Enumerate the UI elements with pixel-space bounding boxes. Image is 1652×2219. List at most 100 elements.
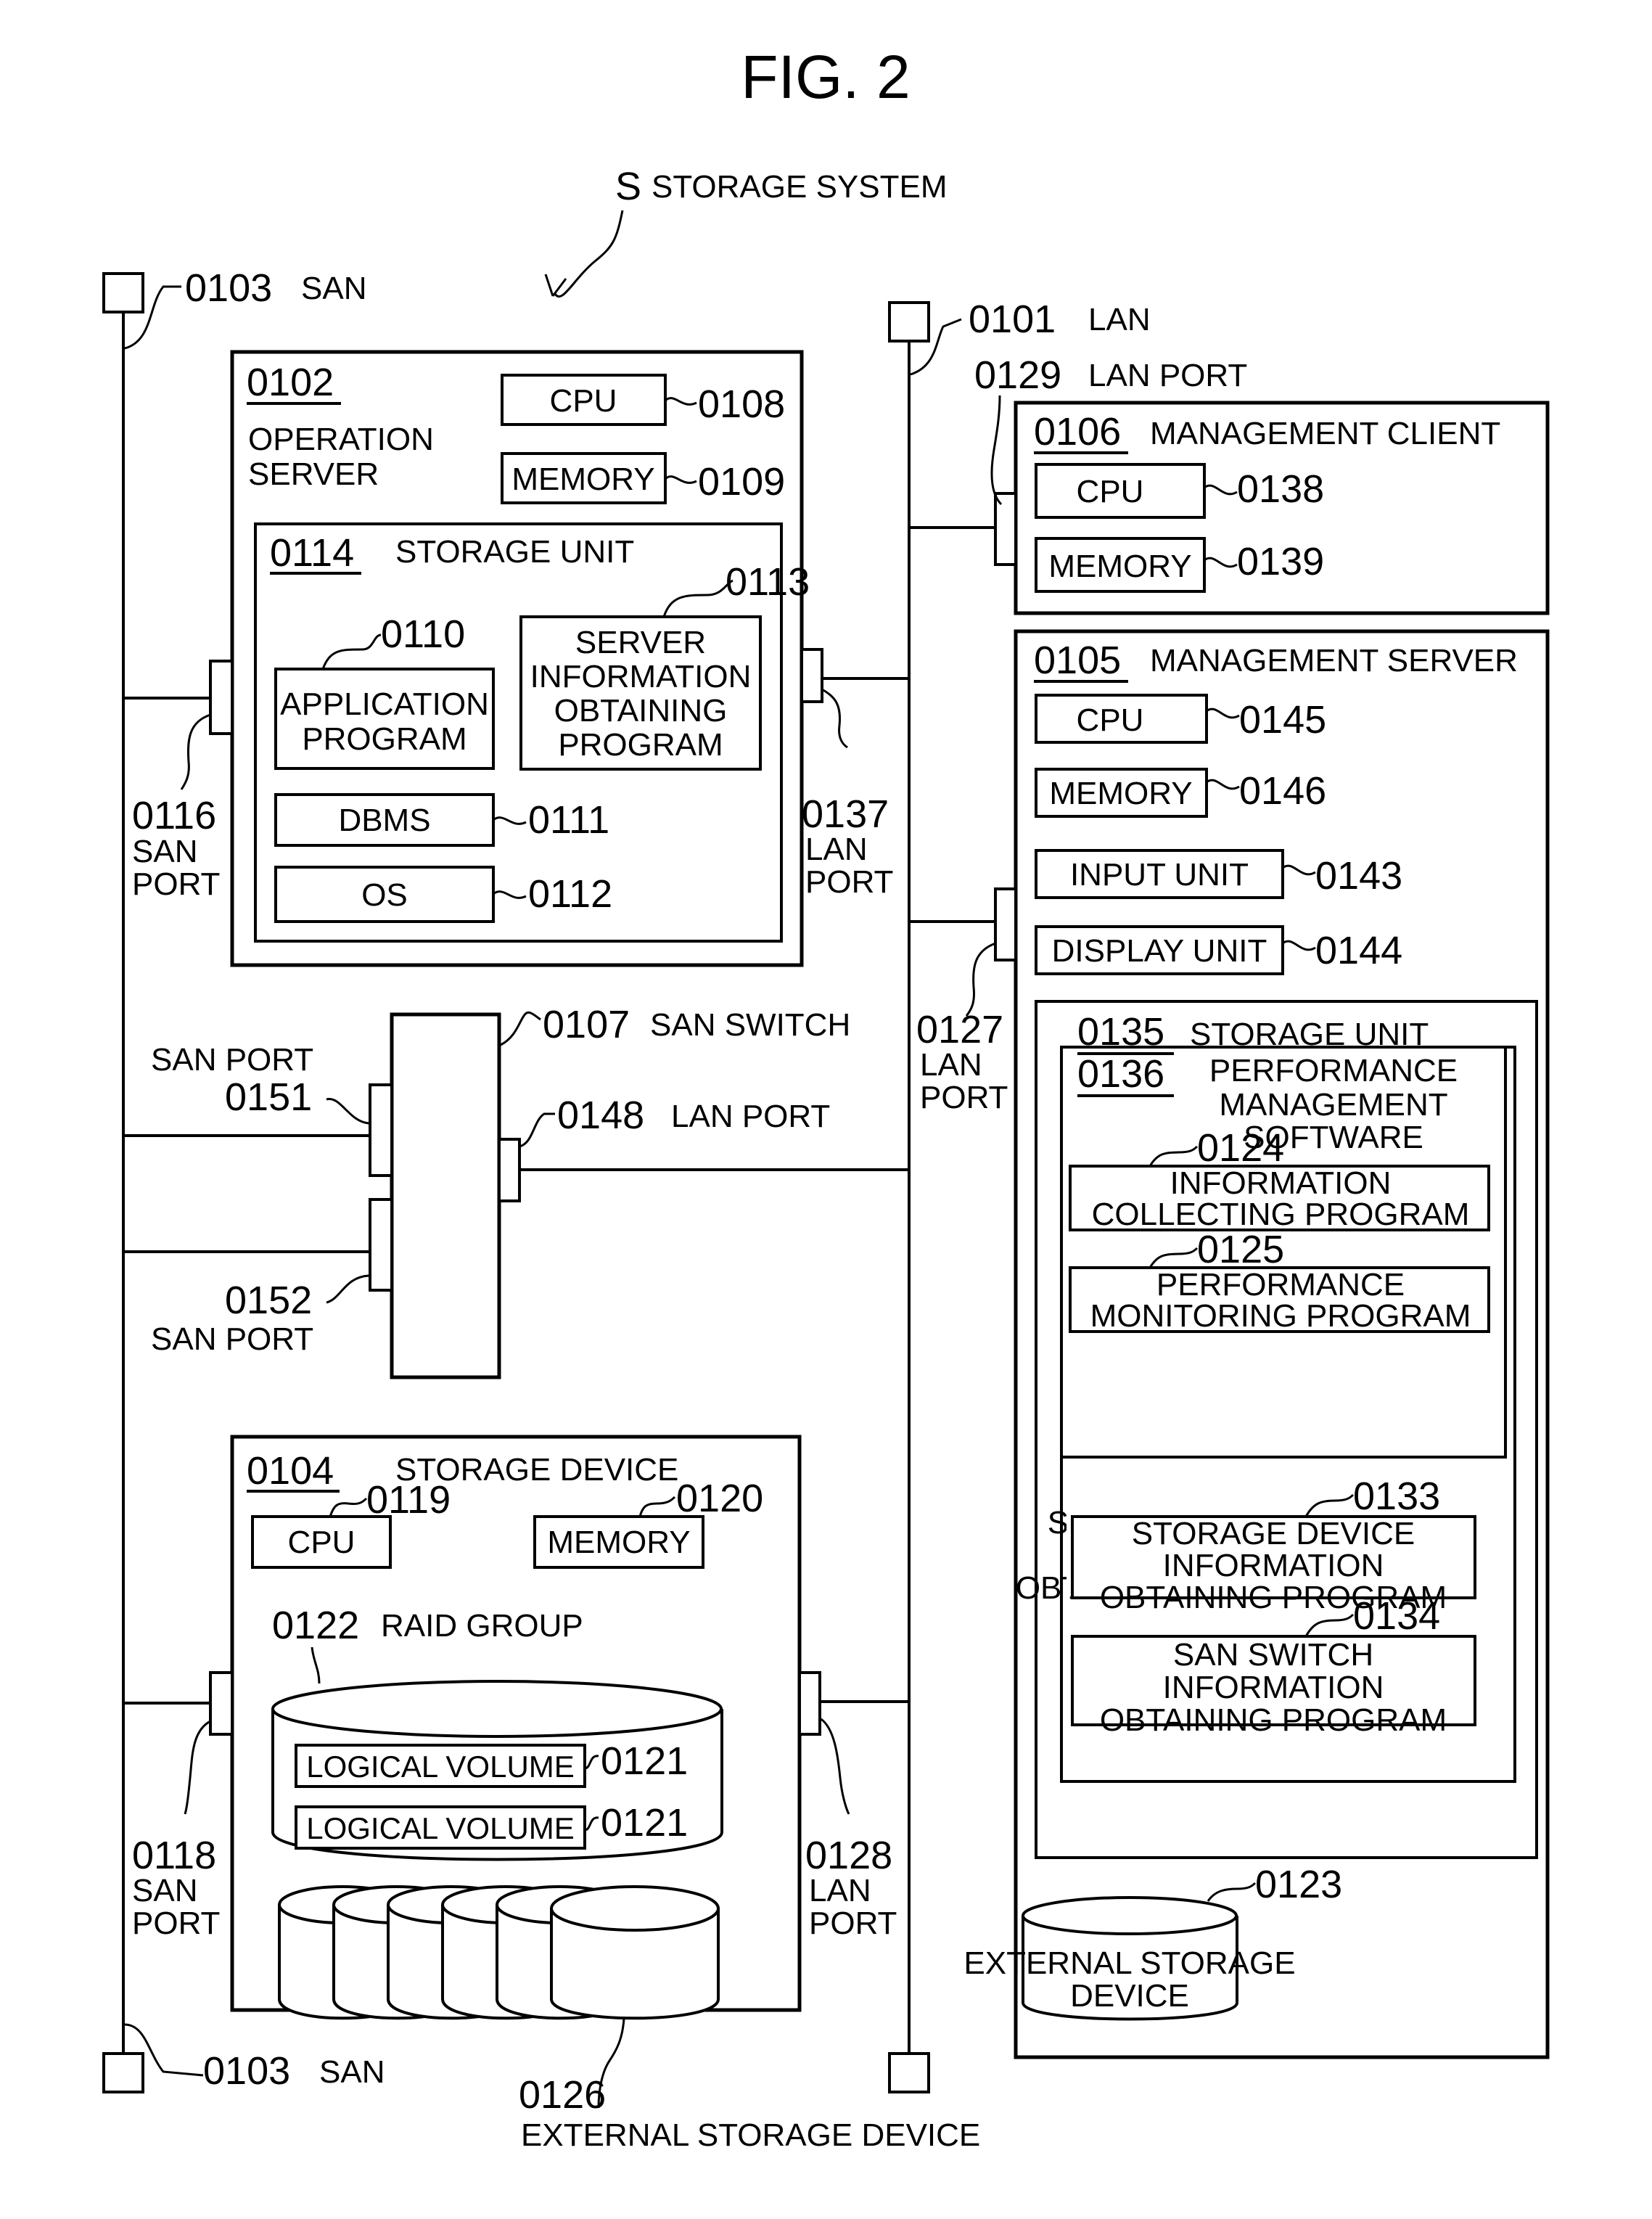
sd-lan-port-line1: LAN	[809, 1873, 871, 1908]
san-switch-port-0152[interactable]	[369, 1198, 393, 1292]
dbms-label: DBMS	[338, 803, 430, 838]
san-switch[interactable]: 0107 SAN SWITCH SAN PORT 0151 0152 SAN P…	[123, 1003, 909, 1379]
os-san-port-leader	[180, 713, 211, 790]
system-arrow-head-icon	[544, 274, 567, 297]
sd-san-port-ref: 0118	[132, 1834, 216, 1877]
external-disks-ref: 0126	[519, 2073, 606, 2117]
ms-memory-ref: 0146	[1239, 769, 1326, 813]
sd-san-port-line2: PORT	[132, 1906, 220, 1941]
pm-software-line1: PERFORMANCE	[1209, 1053, 1458, 1088]
sd-san-port[interactable]: 0118 SAN PORT	[123, 1671, 234, 1941]
os-lan-port-leader	[821, 688, 848, 749]
os-lan-port-rect[interactable]	[800, 648, 823, 703]
os-lan-port-line1: LAN	[805, 832, 868, 867]
os-storage-unit-label: STORAGE UNIT	[395, 534, 634, 570]
san-switch-leader	[500, 1011, 541, 1046]
raid-group-label: RAID GROUP	[381, 1608, 583, 1644]
san-switch-label: SAN SWITCH	[650, 1007, 850, 1043]
external-disks-icon[interactable]	[278, 1885, 720, 2020]
sd-lan-port-ref: 0128	[805, 1834, 892, 1877]
sd-lan-port[interactable]: 0128 LAN PORT	[798, 1671, 909, 1941]
management-client-label: MANAGEMENT CLIENT	[1150, 416, 1500, 451]
san-switch-port-0151[interactable]	[369, 1083, 393, 1177]
san-switch-box[interactable]	[390, 1012, 501, 1379]
application-program-line2: PROGRAM	[302, 721, 467, 757]
san-top-label: SAN	[301, 271, 366, 306]
server-info-line1: SERVER	[575, 625, 706, 660]
sd-lan-port-rect[interactable]	[798, 1671, 821, 1736]
application-program-ref: 0110	[381, 612, 465, 656]
display-unit-label: DISPLAY UNIT	[1052, 933, 1267, 969]
os-lan-port-ref: 0137	[802, 792, 889, 836]
san-port-0152-label: SAN PORT	[151, 1321, 313, 1357]
system-ref: S	[615, 165, 641, 208]
management-server-ref: 0105	[1034, 639, 1121, 682]
management-client-ref: 0106	[1034, 410, 1121, 454]
figure-title: FIG. 2	[741, 43, 910, 111]
pm-software-ref: 0136	[1077, 1052, 1164, 1096]
storage-device[interactable]: 0104 STORAGE DEVICE CPU 0119 MEMORY 0120…	[230, 1435, 980, 2153]
system-label: S STORAGE SYSTEM	[544, 165, 948, 298]
os-san-port[interactable]: 0116 SAN PORT	[123, 660, 234, 902]
os-cpu-label: CPU	[550, 383, 617, 419]
operation-server-label-2: SERVER	[248, 456, 379, 492]
lan-terminator-bottom	[888, 2052, 930, 2093]
sd-info-line3: OBTAINING PROGRAM	[1016, 1570, 1363, 1606]
sd-cpu-ref: 0119	[366, 1478, 451, 1522]
san-terminator-bottom	[102, 2052, 144, 2093]
operation-server-label-1: OPERATION	[248, 422, 434, 457]
logical-volume-2-ref: 0121	[601, 1801, 688, 1845]
os-program-ref: 0112	[528, 872, 612, 916]
ms-lan-port-rect[interactable]	[994, 887, 1017, 961]
os-lan-port[interactable]: 0137 LAN PORT	[800, 648, 909, 900]
application-program-line1: APPLICATION	[280, 686, 489, 722]
ms-lan-port-leader	[965, 942, 996, 1017]
san-switch-ref: 0107	[543, 1003, 630, 1046]
server-info-line3: OBTAINING	[554, 693, 728, 729]
dbms-ref: 0111	[528, 798, 609, 842]
san-port-0151-label: SAN PORT	[151, 1042, 313, 1078]
server-info-line4: PROGRAM	[558, 727, 723, 763]
mc-lan-port-rect[interactable]	[994, 492, 1017, 566]
san-port-0151-ref: 0151	[225, 1075, 312, 1119]
ms-lan-port[interactable]: 0127 LAN PORT	[909, 887, 1017, 1115]
management-client[interactable]: 0106 MANAGEMENT CLIENT CPU 0138 MEMORY 0…	[1014, 401, 1550, 615]
external-disks-label: EXTERNAL STORAGE DEVICE	[521, 2117, 980, 2153]
pm-software-line2: MANAGEMENT	[1219, 1087, 1447, 1123]
os-memory-ref: 0109	[698, 460, 785, 504]
sd-san-port-line1: SAN	[132, 1873, 197, 1908]
lan-label: LAN	[1088, 302, 1151, 337]
ms-cpu-ref: 0145	[1239, 698, 1326, 742]
sd-san-port-rect[interactable]	[209, 1671, 234, 1736]
san-switch-lan-port-0148[interactable]	[498, 1138, 521, 1202]
perf-monitoring-line2: MONITORING PROGRAM	[1090, 1298, 1471, 1334]
san-terminator-top	[102, 272, 144, 313]
management-server-label: MANAGEMENT SERVER	[1150, 643, 1518, 678]
os-program-label: OS	[361, 877, 408, 913]
operation-server[interactable]: 0102 OPERATION SERVER CPU 0108 MEMORY 01…	[230, 350, 810, 967]
logical-volume-2-label: LOGICAL VOLUME	[306, 1811, 575, 1845]
sd-info-line1: STORAGE DEVICE	[1048, 1505, 1331, 1541]
sd-memory-label: MEMORY	[547, 1525, 690, 1560]
san-switch-lan-ref: 0148	[557, 1094, 644, 1137]
server-info-ref: 0113	[726, 560, 810, 604]
mc-lan-port-ref: 0129	[974, 353, 1061, 397]
input-unit-ref: 0143	[1315, 854, 1402, 898]
ms-cpu-label: CPU	[1077, 702, 1144, 738]
os-cpu-ref: 0108	[698, 382, 785, 426]
san-switch-lan-label: LAN PORT	[671, 1099, 830, 1134]
san-bottom-label: SAN	[319, 2054, 385, 2090]
os-san-port-rect[interactable]	[209, 660, 234, 735]
sd-memory-ref: 0120	[676, 1477, 763, 1520]
lan-ref: 0101	[969, 298, 1056, 341]
os-memory-label: MEMORY	[511, 462, 654, 497]
ms-lan-port-ref: 0127	[916, 1008, 1003, 1051]
os-san-port-line1: SAN	[132, 834, 197, 869]
san-port-0152-leader	[326, 1274, 369, 1304]
mc-cpu-ref: 0138	[1237, 467, 1324, 511]
san-switch-lan-leader	[519, 1112, 555, 1148]
server-info-line2: INFORMATION	[530, 659, 752, 694]
storage-device-ref: 0104	[247, 1449, 334, 1493]
system-label-text: STORAGE SYSTEM	[652, 169, 948, 205]
management-server[interactable]: 0105 MANAGEMENT SERVER CPU 0145 MEMORY 0…	[1014, 629, 1550, 2059]
